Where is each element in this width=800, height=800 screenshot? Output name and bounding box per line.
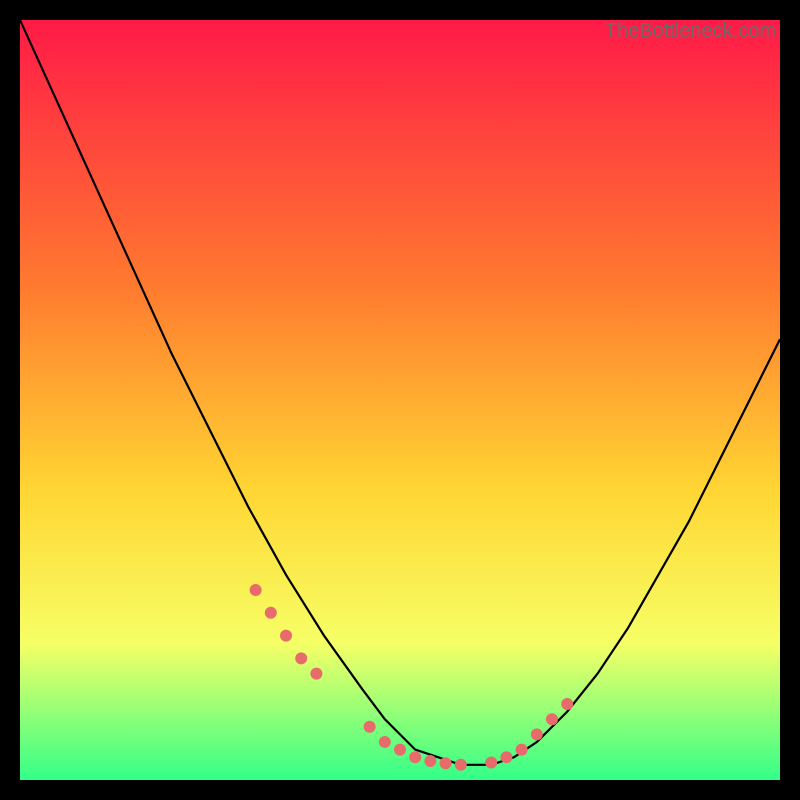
highlight-dot [250,584,262,596]
gradient-bg [20,20,780,780]
watermark-text: TheBottleneck.com [605,20,776,43]
chart-frame: TheBottleneck.com [20,20,780,780]
highlight-dot [295,652,307,664]
highlight-dot [394,744,406,756]
highlight-dot [531,728,543,740]
highlight-dot [455,759,467,771]
highlight-dot [546,713,558,725]
highlight-dot [280,630,292,642]
highlight-dot [440,757,452,769]
highlight-dot [561,698,573,710]
highlight-dot [265,607,277,619]
highlight-dot [364,721,376,733]
highlight-dot [424,755,436,767]
highlight-dot [379,736,391,748]
highlight-dot [310,668,322,680]
chart-svg [20,20,780,780]
highlight-dot [485,757,497,769]
plot-area: TheBottleneck.com [20,20,780,780]
highlight-dot [500,751,512,763]
highlight-dot [516,744,528,756]
highlight-dot [409,751,421,763]
